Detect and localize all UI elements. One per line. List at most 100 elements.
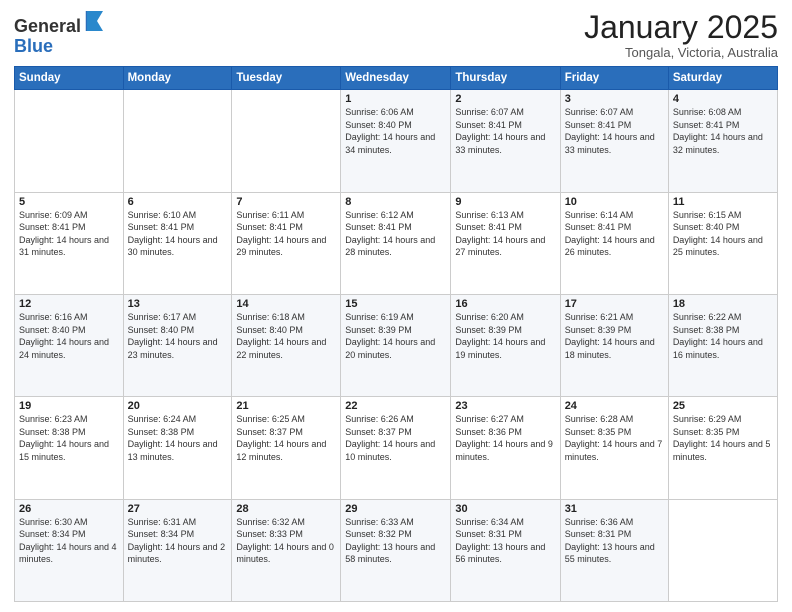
calendar-cell: 2Sunrise: 6:07 AMSunset: 8:41 PMDaylight… — [451, 90, 560, 192]
calendar-cell: 6Sunrise: 6:10 AMSunset: 8:41 PMDaylight… — [123, 192, 232, 294]
day-number: 26 — [19, 503, 119, 515]
day-number: 18 — [673, 298, 773, 310]
day-number: 30 — [455, 503, 555, 515]
day-number: 4 — [673, 93, 773, 105]
page: General Blue January 2025 Tongala, Victo… — [0, 0, 792, 612]
logo-blue-text: Blue — [14, 37, 107, 57]
day-number: 28 — [236, 503, 336, 515]
day-info: Sunrise: 6:13 AMSunset: 8:41 PMDaylight:… — [455, 209, 555, 259]
header: General Blue January 2025 Tongala, Victo… — [14, 10, 778, 60]
col-header-monday: Monday — [123, 67, 232, 90]
day-number: 19 — [19, 400, 119, 412]
day-number: 5 — [19, 196, 119, 208]
day-number: 3 — [565, 93, 664, 105]
calendar-cell: 11Sunrise: 6:15 AMSunset: 8:40 PMDayligh… — [668, 192, 777, 294]
day-number: 13 — [128, 298, 228, 310]
calendar-cell: 12Sunrise: 6:16 AMSunset: 8:40 PMDayligh… — [15, 294, 124, 396]
day-info: Sunrise: 6:30 AMSunset: 8:34 PMDaylight:… — [19, 516, 119, 566]
day-info: Sunrise: 6:15 AMSunset: 8:40 PMDaylight:… — [673, 209, 773, 259]
calendar-week-row: 5Sunrise: 6:09 AMSunset: 8:41 PMDaylight… — [15, 192, 778, 294]
calendar-cell: 1Sunrise: 6:06 AMSunset: 8:40 PMDaylight… — [341, 90, 451, 192]
calendar-cell: 8Sunrise: 6:12 AMSunset: 8:41 PMDaylight… — [341, 192, 451, 294]
calendar-cell — [15, 90, 124, 192]
day-number: 12 — [19, 298, 119, 310]
logo: General Blue — [14, 10, 107, 57]
day-info: Sunrise: 6:07 AMSunset: 8:41 PMDaylight:… — [565, 106, 664, 156]
calendar-cell — [123, 90, 232, 192]
logo-text: General — [14, 10, 107, 37]
calendar-cell: 9Sunrise: 6:13 AMSunset: 8:41 PMDaylight… — [451, 192, 560, 294]
day-info: Sunrise: 6:08 AMSunset: 8:41 PMDaylight:… — [673, 106, 773, 156]
day-number: 15 — [345, 298, 446, 310]
calendar-cell: 31Sunrise: 6:36 AMSunset: 8:31 PMDayligh… — [560, 499, 668, 601]
day-info: Sunrise: 6:18 AMSunset: 8:40 PMDaylight:… — [236, 311, 336, 361]
calendar-cell: 10Sunrise: 6:14 AMSunset: 8:41 PMDayligh… — [560, 192, 668, 294]
col-header-saturday: Saturday — [668, 67, 777, 90]
calendar-cell: 13Sunrise: 6:17 AMSunset: 8:40 PMDayligh… — [123, 294, 232, 396]
calendar-cell: 28Sunrise: 6:32 AMSunset: 8:33 PMDayligh… — [232, 499, 341, 601]
calendar-cell: 20Sunrise: 6:24 AMSunset: 8:38 PMDayligh… — [123, 397, 232, 499]
calendar-cell: 5Sunrise: 6:09 AMSunset: 8:41 PMDaylight… — [15, 192, 124, 294]
day-number: 25 — [673, 400, 773, 412]
col-header-wednesday: Wednesday — [341, 67, 451, 90]
location-subtitle: Tongala, Victoria, Australia — [584, 45, 778, 60]
calendar-cell: 30Sunrise: 6:34 AMSunset: 8:31 PMDayligh… — [451, 499, 560, 601]
calendar-cell: 15Sunrise: 6:19 AMSunset: 8:39 PMDayligh… — [341, 294, 451, 396]
day-info: Sunrise: 6:25 AMSunset: 8:37 PMDaylight:… — [236, 413, 336, 463]
day-info: Sunrise: 6:26 AMSunset: 8:37 PMDaylight:… — [345, 413, 446, 463]
col-header-thursday: Thursday — [451, 67, 560, 90]
day-number: 7 — [236, 196, 336, 208]
col-header-tuesday: Tuesday — [232, 67, 341, 90]
calendar-week-row: 1Sunrise: 6:06 AMSunset: 8:40 PMDaylight… — [15, 90, 778, 192]
month-title: January 2025 — [584, 10, 778, 45]
col-header-friday: Friday — [560, 67, 668, 90]
calendar-cell — [232, 90, 341, 192]
calendar-cell: 21Sunrise: 6:25 AMSunset: 8:37 PMDayligh… — [232, 397, 341, 499]
calendar-cell: 29Sunrise: 6:33 AMSunset: 8:32 PMDayligh… — [341, 499, 451, 601]
calendar-header-row: SundayMondayTuesdayWednesdayThursdayFrid… — [15, 67, 778, 90]
day-number: 2 — [455, 93, 555, 105]
col-header-sunday: Sunday — [15, 67, 124, 90]
day-number: 8 — [345, 196, 446, 208]
day-number: 24 — [565, 400, 664, 412]
day-number: 14 — [236, 298, 336, 310]
day-number: 10 — [565, 196, 664, 208]
day-info: Sunrise: 6:16 AMSunset: 8:40 PMDaylight:… — [19, 311, 119, 361]
day-info: Sunrise: 6:28 AMSunset: 8:35 PMDaylight:… — [565, 413, 664, 463]
day-number: 23 — [455, 400, 555, 412]
day-info: Sunrise: 6:20 AMSunset: 8:39 PMDaylight:… — [455, 311, 555, 361]
calendar-week-row: 12Sunrise: 6:16 AMSunset: 8:40 PMDayligh… — [15, 294, 778, 396]
calendar-cell: 26Sunrise: 6:30 AMSunset: 8:34 PMDayligh… — [15, 499, 124, 601]
day-info: Sunrise: 6:31 AMSunset: 8:34 PMDaylight:… — [128, 516, 228, 566]
day-number: 6 — [128, 196, 228, 208]
day-number: 22 — [345, 400, 446, 412]
title-block: January 2025 Tongala, Victoria, Australi… — [584, 10, 778, 60]
calendar-week-row: 19Sunrise: 6:23 AMSunset: 8:38 PMDayligh… — [15, 397, 778, 499]
day-number: 1 — [345, 93, 446, 105]
calendar-cell: 24Sunrise: 6:28 AMSunset: 8:35 PMDayligh… — [560, 397, 668, 499]
day-info: Sunrise: 6:23 AMSunset: 8:38 PMDaylight:… — [19, 413, 119, 463]
day-number: 27 — [128, 503, 228, 515]
day-info: Sunrise: 6:09 AMSunset: 8:41 PMDaylight:… — [19, 209, 119, 259]
calendar-cell: 23Sunrise: 6:27 AMSunset: 8:36 PMDayligh… — [451, 397, 560, 499]
calendar-cell: 18Sunrise: 6:22 AMSunset: 8:38 PMDayligh… — [668, 294, 777, 396]
day-info: Sunrise: 6:34 AMSunset: 8:31 PMDaylight:… — [455, 516, 555, 566]
calendar-week-row: 26Sunrise: 6:30 AMSunset: 8:34 PMDayligh… — [15, 499, 778, 601]
day-number: 17 — [565, 298, 664, 310]
day-number: 31 — [565, 503, 664, 515]
day-number: 9 — [455, 196, 555, 208]
calendar-cell — [668, 499, 777, 601]
logo-flag-icon — [83, 10, 107, 32]
day-info: Sunrise: 6:36 AMSunset: 8:31 PMDaylight:… — [565, 516, 664, 566]
calendar-cell: 27Sunrise: 6:31 AMSunset: 8:34 PMDayligh… — [123, 499, 232, 601]
calendar-cell: 3Sunrise: 6:07 AMSunset: 8:41 PMDaylight… — [560, 90, 668, 192]
day-info: Sunrise: 6:12 AMSunset: 8:41 PMDaylight:… — [345, 209, 446, 259]
day-info: Sunrise: 6:17 AMSunset: 8:40 PMDaylight:… — [128, 311, 228, 361]
day-info: Sunrise: 6:32 AMSunset: 8:33 PMDaylight:… — [236, 516, 336, 566]
calendar-cell: 16Sunrise: 6:20 AMSunset: 8:39 PMDayligh… — [451, 294, 560, 396]
calendar-cell: 7Sunrise: 6:11 AMSunset: 8:41 PMDaylight… — [232, 192, 341, 294]
day-info: Sunrise: 6:10 AMSunset: 8:41 PMDaylight:… — [128, 209, 228, 259]
day-number: 29 — [345, 503, 446, 515]
day-number: 16 — [455, 298, 555, 310]
calendar-cell: 22Sunrise: 6:26 AMSunset: 8:37 PMDayligh… — [341, 397, 451, 499]
